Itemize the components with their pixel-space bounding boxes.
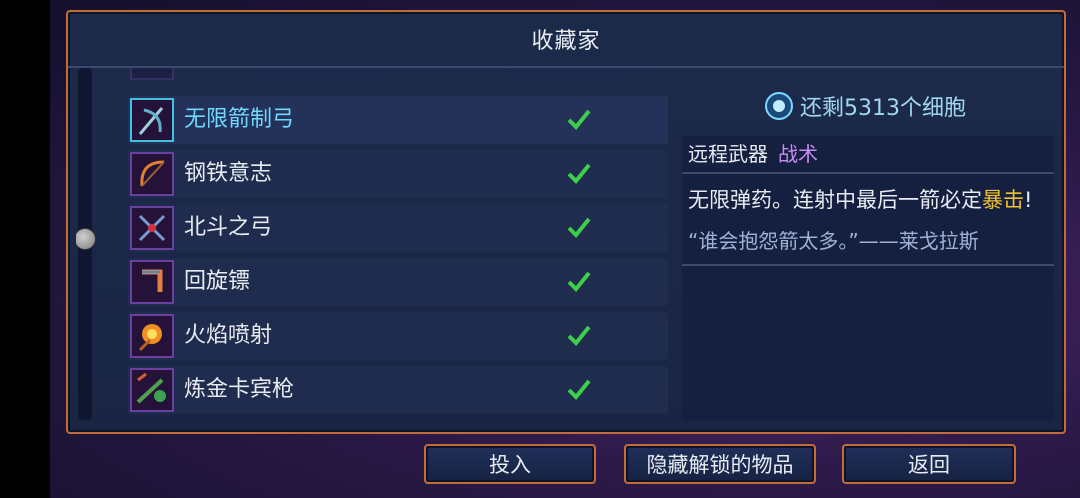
- item-name: 北斗之弓: [184, 215, 273, 240]
- cells-counter: 还剩5313个细胞: [764, 88, 966, 124]
- flavor-quote: “谁会抱怨箭太多。”——莱戈拉斯: [682, 224, 1054, 266]
- panel-title: 收藏家: [68, 12, 1064, 68]
- subcategory-label: 战术: [778, 142, 818, 166]
- check-icon: [567, 379, 591, 400]
- check-icon: [567, 109, 591, 130]
- check-icon: [567, 325, 591, 346]
- list-item[interactable]: 炼金卡宾枪: [128, 366, 668, 414]
- description-text: 无限弹药。连射中最后一箭必定暴击!: [682, 174, 1054, 224]
- crossbow-icon: [130, 206, 174, 250]
- critical-keyword: 暴击: [982, 188, 1024, 212]
- description-main: 无限弹药。连射中最后一箭必定: [688, 188, 982, 212]
- cells-text: 还剩5313个细胞: [800, 96, 966, 121]
- screen-edge: [0, 0, 50, 498]
- list-item[interactable]: 火焰喷射: [128, 312, 668, 360]
- category-label: 远程武器: [688, 142, 768, 166]
- item-name: 火焰喷射: [184, 323, 273, 348]
- category-row: 远程武器 战术: [682, 136, 1054, 174]
- list-item[interactable]: 钢铁意志: [128, 150, 668, 198]
- scroll-handle[interactable]: [76, 228, 96, 250]
- cell-icon: [765, 92, 793, 120]
- check-icon: [567, 271, 591, 292]
- flamethrower-icon: [130, 314, 174, 358]
- bow-icon: [130, 98, 174, 142]
- item-icon: [130, 68, 174, 80]
- invest-button[interactable]: 投入: [424, 444, 596, 484]
- boomerang-icon: [130, 260, 174, 304]
- item-name: 回旋镖: [184, 269, 251, 294]
- item-name: 钢铁意志: [184, 161, 273, 186]
- back-button[interactable]: 返回: [842, 444, 1016, 484]
- item-name: 无限箭制弓: [184, 107, 295, 132]
- list-item[interactable]: 回旋镖: [128, 258, 668, 306]
- collector-panel: 收藏家 无限箭制弓 钢铁意志 北斗之弓 回旋镖 火焰喷射 炼金卡宾枪 还剩531…: [66, 10, 1066, 434]
- iron-bow-icon: [130, 152, 174, 196]
- hide-unlocked-button[interactable]: 隐藏解锁的物品: [624, 444, 816, 484]
- description-box: 远程武器 战术 无限弹药。连射中最后一箭必定暴击! “谁会抱怨箭太多。”——莱戈拉…: [682, 136, 1054, 420]
- list-item[interactable]: 北斗之弓: [128, 204, 668, 252]
- list-item-partial: [128, 68, 668, 82]
- scrollbar[interactable]: [76, 68, 96, 420]
- item-list[interactable]: 无限箭制弓 钢铁意志 北斗之弓 回旋镖 火焰喷射 炼金卡宾枪: [76, 68, 668, 426]
- check-icon: [567, 217, 591, 238]
- check-icon: [567, 163, 591, 184]
- description-end: !: [1024, 188, 1033, 212]
- list-item[interactable]: 无限箭制弓: [128, 96, 668, 144]
- alchemic-carbine-icon: [130, 368, 174, 412]
- detail-pane: 还剩5313个细胞 远程武器 战术 无限弹药。连射中最后一箭必定暴击! “谁会抱怨…: [682, 82, 1054, 422]
- item-name: 炼金卡宾枪: [184, 377, 295, 402]
